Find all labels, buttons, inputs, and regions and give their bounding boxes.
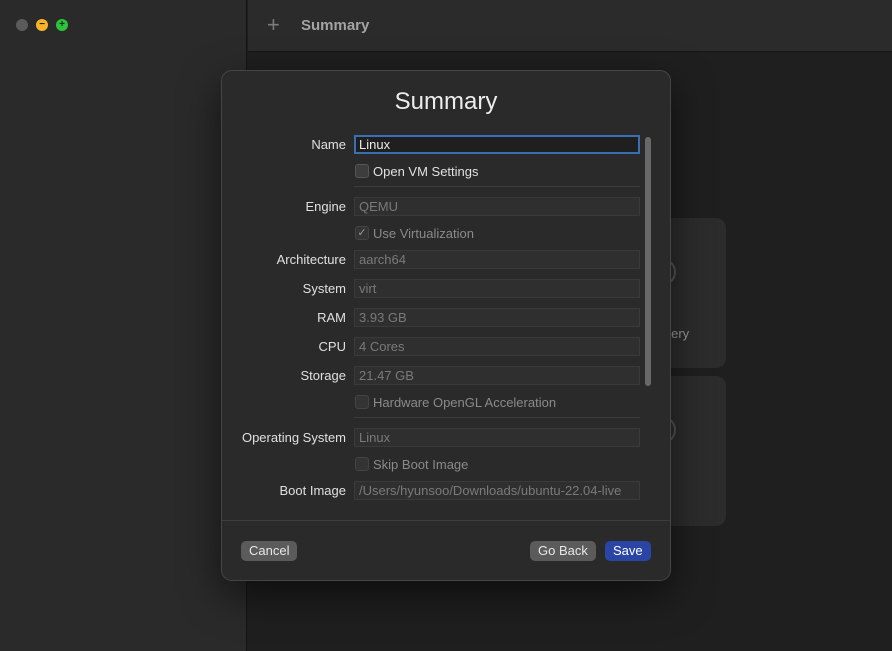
scrollbar-thumb[interactable] — [645, 137, 651, 386]
footer-divider — [222, 520, 670, 521]
plus-icon: + — [267, 12, 280, 37]
hardware-opengl-label: Hardware OpenGL Acceleration — [373, 395, 557, 410]
go-back-button[interactable]: Go Back — [530, 541, 596, 561]
summary-dialog: Summary Name Linux Open VM Settings Engi… — [221, 70, 671, 581]
name-input[interactable]: Linux — [354, 135, 640, 154]
add-vm-button[interactable]: + — [267, 13, 280, 37]
storage-field: 21.47 GB — [354, 366, 640, 385]
engine-label: Engine — [305, 199, 346, 214]
ram-field: 3.93 GB — [354, 308, 640, 327]
plus-icon: + — [59, 19, 65, 30]
hardware-opengl-checkbox — [355, 395, 369, 409]
minimize-window-button[interactable]: − — [36, 19, 48, 31]
use-virtualization-label: Use Virtualization — [373, 226, 474, 241]
toolbar: + Summary — [248, 0, 892, 52]
boot-image-field: /Users/hyunsoo/Downloads/ubuntu-22.04-li… — [354, 481, 640, 500]
cpu-field: 4 Cores — [354, 337, 640, 356]
window-controls: − + — [16, 19, 68, 31]
cancel-button[interactable]: Cancel — [241, 541, 298, 561]
name-label: Name — [311, 137, 346, 152]
sidebar: − + — [0, 0, 247, 651]
operating-system-field: Linux — [354, 428, 640, 447]
use-virtualization-checkbox: ✓ — [355, 226, 369, 240]
boot-image-label: Boot Image — [279, 483, 347, 498]
cpu-label: CPU — [318, 339, 346, 354]
save-button[interactable]: Save — [605, 541, 651, 561]
window-title: Summary — [301, 17, 370, 34]
summary-form: Name Linux Open VM Settings Engine QEMU … — [222, 133, 656, 565]
architecture-field: aarch64 — [354, 250, 640, 269]
open-vm-settings-checkbox[interactable] — [355, 164, 369, 178]
architecture-label: Architecture — [276, 252, 346, 267]
storage-label: Storage — [300, 368, 346, 383]
divider — [354, 417, 640, 418]
engine-field: QEMU — [354, 197, 640, 216]
open-vm-settings-label: Open VM Settings — [373, 164, 479, 179]
ram-label: RAM — [317, 310, 346, 325]
skip-boot-image-checkbox — [355, 457, 369, 471]
form-scrollbar[interactable] — [643, 135, 655, 497]
operating-system-label: Operating System — [241, 430, 346, 445]
checkmark-icon: ✓ — [357, 227, 367, 239]
minus-icon: − — [39, 19, 45, 30]
zoom-window-button[interactable]: + — [56, 19, 68, 31]
system-field: virt — [354, 279, 640, 298]
close-window-button[interactable] — [16, 19, 28, 31]
system-label: System — [302, 281, 346, 296]
divider — [354, 186, 640, 187]
skip-boot-image-label: Skip Boot Image — [373, 457, 469, 472]
dialog-title: Summary — [394, 88, 498, 115]
